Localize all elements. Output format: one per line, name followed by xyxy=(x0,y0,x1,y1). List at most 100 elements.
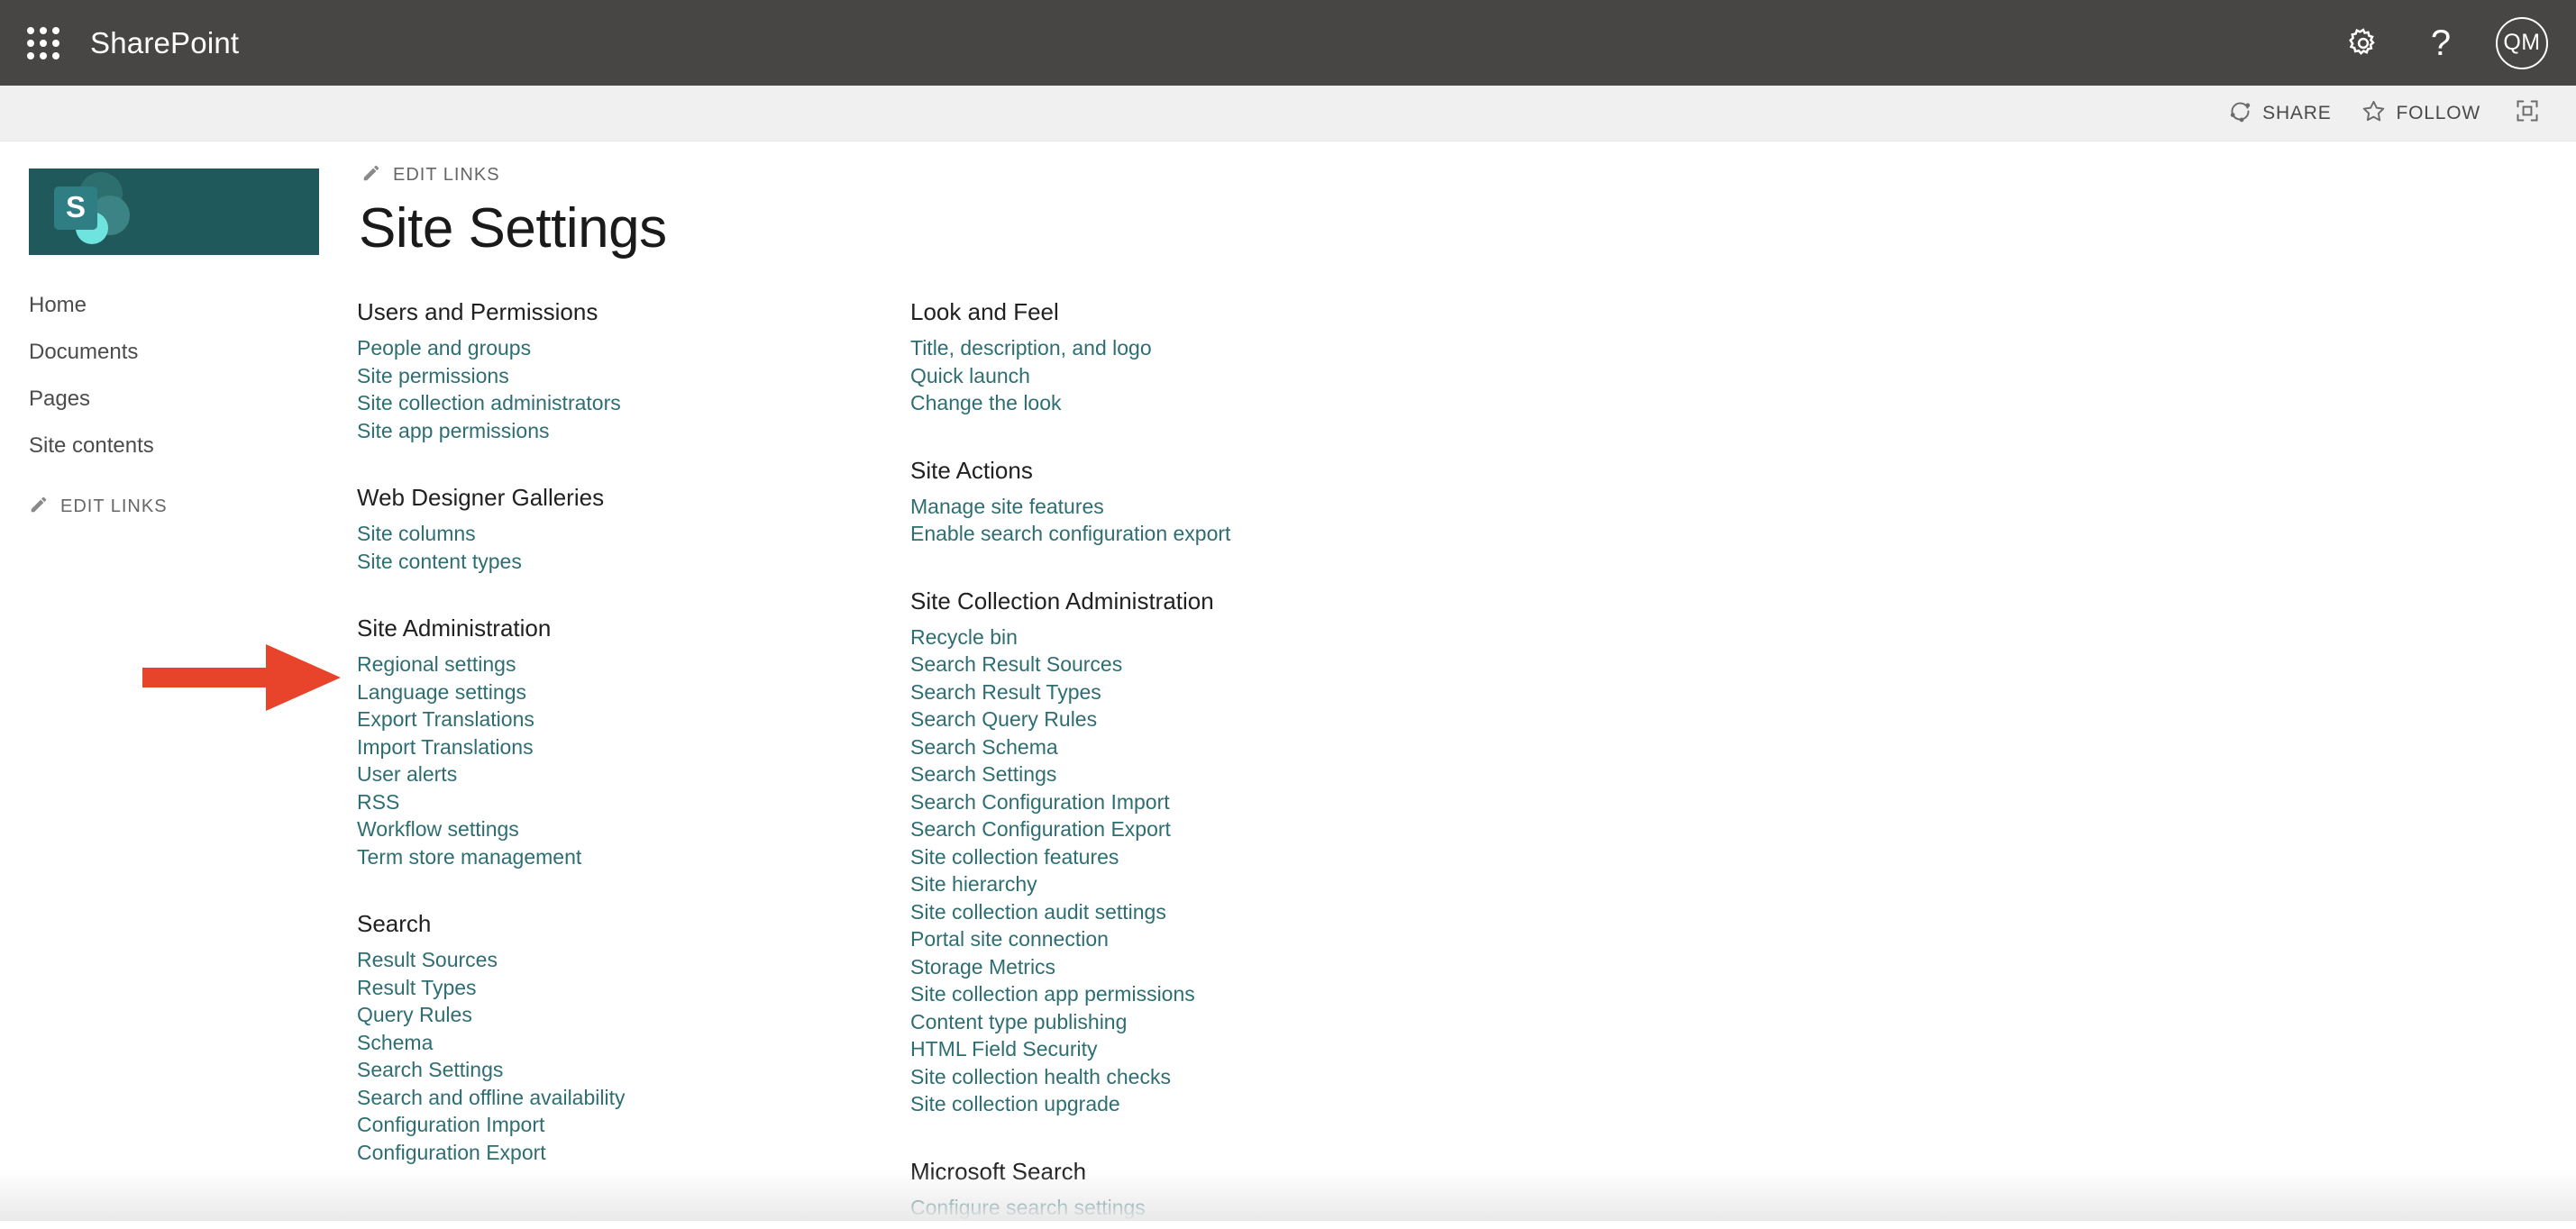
settings-group-title: Site Administration xyxy=(357,614,552,642)
settings-link-change-the-look[interactable]: Change the look xyxy=(910,389,1464,417)
edit-links-top-button[interactable]: EDIT LINKS xyxy=(361,163,2576,187)
left-navigation-rail: S Home Documents Pages Site contents EDI… xyxy=(0,141,357,1221)
suite-bar: SharePoint ? QM xyxy=(0,0,2576,86)
settings-group-site-administration: Site Administration Regional settings Lang… xyxy=(357,616,910,870)
nav-item-site-contents[interactable]: Site contents xyxy=(29,435,357,482)
settings-columns: Users and Permissions People and groups Si… xyxy=(357,300,2576,1221)
settings-link-configuration-export[interactable]: Configuration Export xyxy=(357,1139,910,1167)
avatar[interactable]: QM xyxy=(2496,16,2548,69)
settings-link-html-field-security[interactable]: HTML Field Security xyxy=(910,1035,1464,1063)
settings-column-right: Look and Feel Title, description, and log… xyxy=(910,300,1464,1221)
settings-link-result-types[interactable]: Result Types xyxy=(357,974,910,1002)
nav-item-documents[interactable]: Documents xyxy=(29,341,357,388)
settings-group-search: Search Result Sources Result Types Query Ru… xyxy=(357,912,910,1166)
settings-link-site-app-permissions[interactable]: Site app permissions xyxy=(357,417,910,445)
settings-link-storage-metrics[interactable]: Storage Metrics xyxy=(910,953,1464,981)
settings-group-links: Result Sources Result Types Query Rules Sch… xyxy=(357,946,910,1166)
settings-group-links: Recycle bin Search Result Sources Search R… xyxy=(910,624,1464,1118)
settings-link-site-collection-health-checks[interactable]: Site collection health checks xyxy=(910,1063,1464,1091)
nav-item-pages[interactable]: Pages xyxy=(29,388,357,435)
settings-link-portal-site-connection[interactable]: Portal site connection xyxy=(910,925,1464,953)
settings-group-title: Users and Permissions xyxy=(357,298,598,326)
settings-group-web-designer-galleries: Web Designer Galleries Site columns Site c… xyxy=(357,486,910,575)
settings-group-links: Configure search settings xyxy=(910,1194,1464,1222)
settings-link-content-type-publishing[interactable]: Content type publishing xyxy=(910,1008,1464,1036)
settings-link-query-rules[interactable]: Query Rules xyxy=(357,1001,910,1029)
settings-link-schema[interactable]: Schema xyxy=(357,1029,910,1057)
settings-link-workflow-settings[interactable]: Workflow settings xyxy=(357,815,910,843)
svg-text:S: S xyxy=(66,190,86,223)
settings-group-links: Title, description, and logo Quick launch… xyxy=(910,334,1464,417)
help-button[interactable]: ? xyxy=(2402,0,2480,86)
settings-link-search-schema[interactable]: Search Schema xyxy=(910,733,1464,761)
settings-link-site-columns[interactable]: Site columns xyxy=(357,520,910,548)
settings-link-search-settings[interactable]: Search Settings xyxy=(910,760,1464,788)
settings-link-import-translations[interactable]: Import Translations xyxy=(357,733,910,761)
settings-link-site-collection-audit-settings[interactable]: Site collection audit settings xyxy=(910,898,1464,926)
follow-button[interactable]: FOLLOW xyxy=(2346,93,2495,134)
settings-group-title: Site Actions xyxy=(910,456,1033,484)
settings-link-regional-settings[interactable]: Regional settings xyxy=(357,651,910,678)
settings-link-site-collection-upgrade[interactable]: Site collection upgrade xyxy=(910,1090,1464,1118)
settings-link-manage-site-features[interactable]: Manage site features xyxy=(910,493,1464,521)
settings-link-site-collection-administrators[interactable]: Site collection administrators xyxy=(357,389,910,417)
settings-link-search-configuration-import[interactable]: Search Configuration Import xyxy=(910,788,1464,816)
command-bar: SHARE FOLLOW xyxy=(0,86,2576,141)
settings-group-links: Manage site features Enable search config… xyxy=(910,493,1464,548)
settings-link-quick-launch[interactable]: Quick launch xyxy=(910,362,1464,390)
settings-group-title: Web Designer Galleries xyxy=(357,484,605,512)
settings-group-look-and-feel: Look and Feel Title, description, and log… xyxy=(910,300,1464,417)
settings-link-people-and-groups[interactable]: People and groups xyxy=(357,334,910,362)
site-logo[interactable]: S xyxy=(29,168,319,255)
follow-label: FOLLOW xyxy=(2396,102,2480,123)
settings-link-search-result-types[interactable]: Search Result Types xyxy=(910,678,1464,706)
settings-link-site-collection-features[interactable]: Site collection features xyxy=(910,843,1464,871)
settings-link-result-sources[interactable]: Result Sources xyxy=(357,946,910,974)
settings-link-rss[interactable]: RSS xyxy=(357,788,910,816)
settings-link-export-translations[interactable]: Export Translations xyxy=(357,706,910,733)
sharepoint-logo-icon: S xyxy=(47,170,148,253)
main-content: EDIT LINKS Site Settings Users and Permi… xyxy=(357,141,2576,1221)
settings-group-links: Site columns Site content types xyxy=(357,520,910,575)
settings-group-links: Regional settings Language settings Export… xyxy=(357,651,910,870)
settings-link-site-content-types[interactable]: Site content types xyxy=(357,548,910,576)
settings-link-site-hierarchy[interactable]: Site hierarchy xyxy=(910,870,1464,898)
pencil-icon xyxy=(361,163,381,187)
settings-link-recycle-bin[interactable]: Recycle bin xyxy=(910,624,1464,651)
share-button[interactable]: SHARE xyxy=(2214,94,2345,133)
settings-group-title: Search xyxy=(357,910,432,938)
settings-group-title: Microsoft Search xyxy=(910,1157,1087,1185)
suite-bar-actions: ? QM xyxy=(2325,0,2576,86)
settings-link-search-and-offline-availability[interactable]: Search and offline availability xyxy=(357,1084,910,1112)
edit-links-top-label: EDIT LINKS xyxy=(393,165,500,185)
settings-link-search-result-sources[interactable]: Search Result Sources xyxy=(910,651,1464,678)
settings-link-language-settings[interactable]: Language settings xyxy=(357,678,910,706)
settings-link-search-settings[interactable]: Search Settings xyxy=(357,1056,910,1084)
app-launcher-button[interactable] xyxy=(0,0,86,86)
settings-link-user-alerts[interactable]: User alerts xyxy=(357,760,910,788)
settings-link-enable-search-configuration-export[interactable]: Enable search configuration export xyxy=(910,520,1464,548)
settings-link-configure-search-settings[interactable]: Configure search settings xyxy=(910,1194,1464,1222)
share-label: SHARE xyxy=(2262,102,2332,123)
edit-links-rail-button[interactable]: EDIT LINKS xyxy=(0,495,357,519)
settings-link-search-configuration-export[interactable]: Search Configuration Export xyxy=(910,815,1464,843)
settings-group-links: People and groups Site permissions Site co… xyxy=(357,334,910,444)
settings-group-title: Look and Feel xyxy=(910,298,1059,326)
settings-link-site-collection-app-permissions[interactable]: Site collection app permissions xyxy=(910,980,1464,1008)
settings-link-site-permissions[interactable]: Site permissions xyxy=(357,362,910,390)
settings-group-site-actions: Site Actions Manage site features Enable s… xyxy=(910,459,1464,548)
settings-group-users-and-permissions: Users and Permissions People and groups Si… xyxy=(357,300,910,444)
settings-link-search-query-rules[interactable]: Search Query Rules xyxy=(910,706,1464,733)
settings-column-left: Users and Permissions People and groups Si… xyxy=(357,300,910,1221)
settings-button[interactable] xyxy=(2325,0,2402,86)
settings-link-title-description-and-logo[interactable]: Title, description, and logo xyxy=(910,334,1464,362)
nav-item-home[interactable]: Home xyxy=(29,295,357,341)
settings-link-configuration-import[interactable]: Configuration Import xyxy=(357,1111,910,1139)
star-icon xyxy=(2361,98,2387,129)
share-icon xyxy=(2228,99,2252,128)
settings-link-term-store-management[interactable]: Term store management xyxy=(357,843,910,871)
focus-on-content-button[interactable] xyxy=(2495,93,2549,133)
settings-group-site-collection-administration: Site Collection Administration Recycle bi… xyxy=(910,589,1464,1118)
site-nav-list: Home Documents Pages Site contents xyxy=(0,295,357,482)
suite-brand-label[interactable]: SharePoint xyxy=(90,26,239,60)
